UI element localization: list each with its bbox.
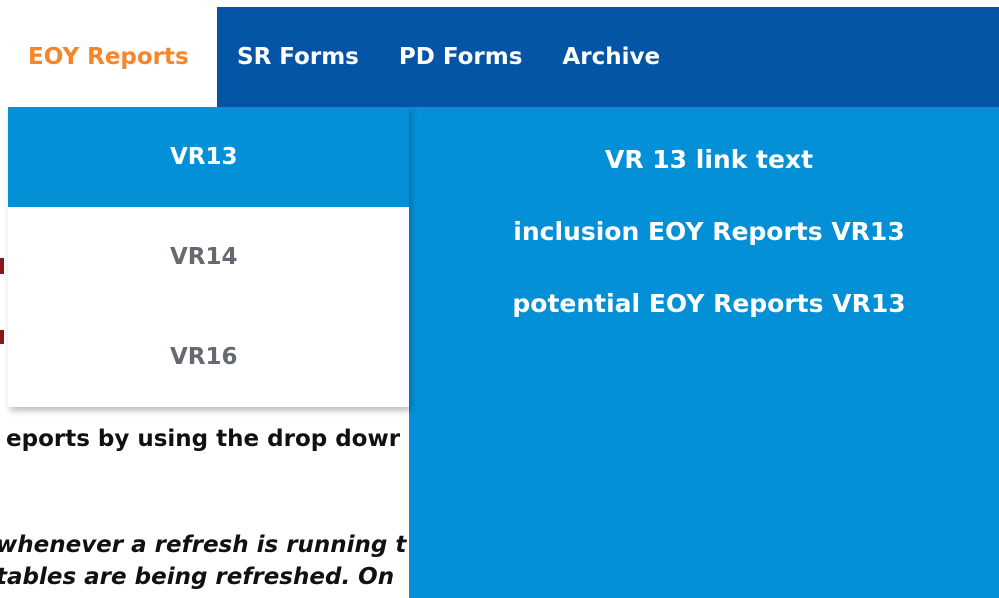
mega-menu-links-panel: VR 13 link text inclusion EOY Reports VR… — [409, 107, 999, 598]
red-marker — [0, 330, 4, 344]
mega-menu-submenu: VR13 VR14 VR16 — [8, 107, 409, 407]
page-note-line-2: tables are being refreshed. On — [0, 564, 395, 590]
tab-pd-forms[interactable]: PD Forms — [379, 7, 543, 107]
submenu-item-vr16[interactable]: VR16 — [8, 307, 409, 407]
submenu-item-vr14[interactable]: VR14 — [8, 207, 409, 307]
tab-sr-forms[interactable]: SR Forms — [217, 7, 379, 107]
link-potential-eoy-vr13[interactable]: potential EOY Reports VR13 — [409, 289, 999, 361]
red-marker — [0, 258, 4, 274]
link-vr13-text[interactable]: VR 13 link text — [409, 145, 999, 217]
top-navbar: EOY Reports SR Forms PD Forms Archive — [8, 7, 999, 107]
submenu-item-vr13[interactable]: VR13 — [8, 107, 409, 207]
link-list: VR 13 link text inclusion EOY Reports VR… — [409, 145, 999, 361]
link-inclusion-eoy-vr13[interactable]: inclusion EOY Reports VR13 — [409, 217, 999, 289]
page-instruction-text: eports by using the drop dowr — [6, 426, 401, 452]
tab-archive[interactable]: Archive — [542, 7, 680, 107]
page-note-line-1: whenever a refresh is running t — [0, 532, 407, 558]
tab-eoy-reports[interactable]: EOY Reports — [8, 7, 217, 107]
